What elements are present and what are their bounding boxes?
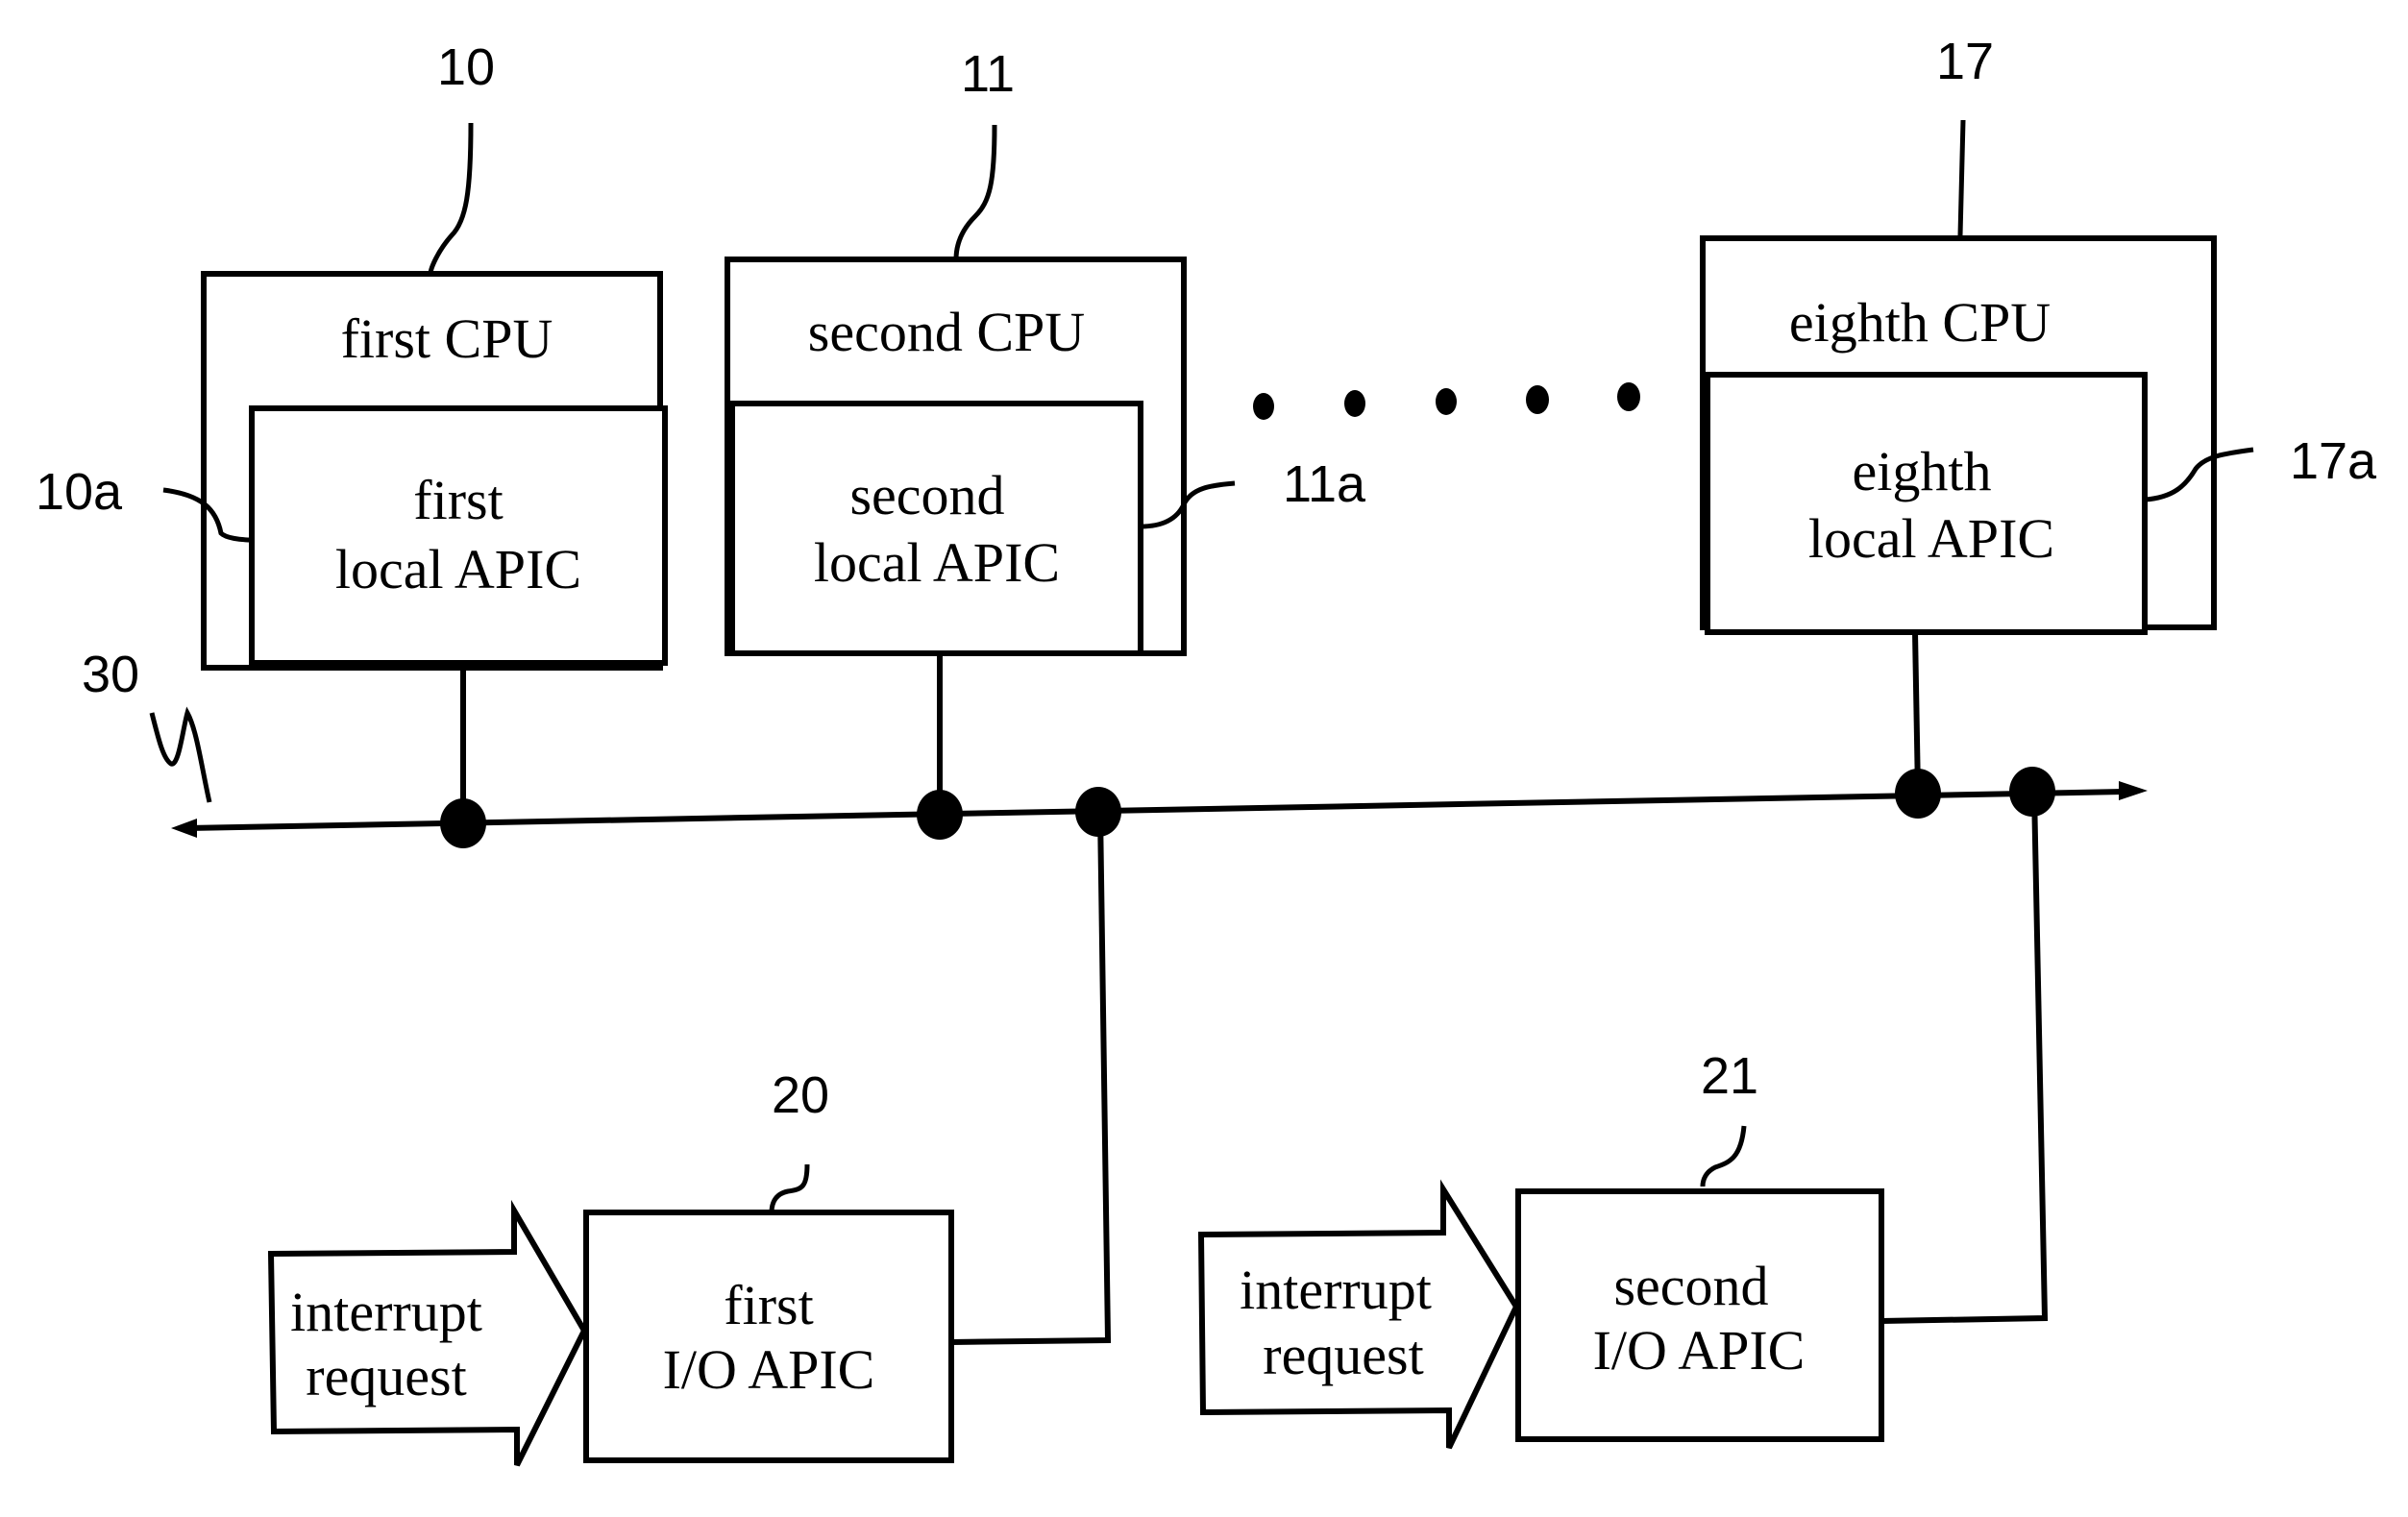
local-apic-box-second — [729, 401, 1143, 656]
ref-label-10: 10 — [437, 38, 495, 96]
leader-line-11 — [953, 124, 997, 260]
ellipsis-dot — [1526, 385, 1549, 414]
interrupt-request-line2-first: request — [306, 1345, 467, 1407]
local-apic-line2-first: local APIC — [335, 538, 581, 600]
local-apic-box-eighth — [1705, 372, 2148, 635]
leader-line-21 — [1700, 1125, 1747, 1187]
bus-junction-first-cpu — [440, 798, 486, 848]
ref-label-30: 30 — [82, 646, 139, 703]
interrupt-request-line1-first: interrupt — [290, 1281, 482, 1343]
local-apic-line1-first: first — [413, 469, 503, 531]
connector-first-io-apic — [950, 811, 1112, 1345]
bus-30: 30 — [82, 646, 2148, 848]
cpu-title-second: second CPU — [808, 301, 1085, 363]
ellipsis-dot — [1344, 390, 1365, 417]
ellipsis-dot — [1436, 388, 1457, 415]
cpu-title-eighth: eighth CPU — [1789, 291, 2051, 354]
bus-junction-second-cpu — [917, 790, 963, 840]
bus-junction-eighth-cpu — [1895, 769, 1941, 819]
local-apic-line2-second: local APIC — [814, 531, 1060, 594]
ellipsis-dots — [1253, 382, 1640, 420]
leader-line-20 — [769, 1163, 810, 1213]
ellipsis-dot — [1253, 393, 1274, 420]
connector-second-io-apic — [1880, 791, 2049, 1324]
interrupt-request-line1-second: interrupt — [1240, 1259, 1432, 1321]
ref-label-17a: 17a — [2290, 432, 2377, 490]
leader-line-10 — [428, 122, 474, 275]
bus-arrow-left-icon — [171, 819, 197, 838]
leader-line-30 — [149, 706, 212, 803]
ref-label-11a: 11a — [1283, 455, 1366, 513]
io-apic-first: 20 interrupt request first I/O APIC — [267, 811, 1112, 1467]
local-apic-line2-eighth: local APIC — [1808, 507, 2054, 570]
local-apic-line1-second: second — [849, 464, 1004, 526]
io-apic-box-first — [583, 1210, 954, 1463]
ref-label-10a: 10a — [36, 463, 123, 521]
leader-line-17 — [1957, 119, 1966, 236]
ref-label-17: 17 — [1936, 33, 1994, 90]
cpu-eighth: 17 eighth CPU eighth local APIC 17a — [1700, 33, 2377, 794]
local-apic-line1-eighth: eighth — [1853, 440, 1992, 502]
cpu-title-first: first CPU — [341, 307, 553, 370]
bus-arrow-right-icon — [2119, 781, 2148, 800]
io-apic-line1-second: second — [1613, 1255, 1768, 1317]
ref-label-20: 20 — [772, 1066, 829, 1124]
cpu-second: 11 second CPU second local APIC 11a — [725, 45, 1366, 815]
ref-label-11: 11 — [961, 45, 1015, 103]
io-apic-line2-second: I/O APIC — [1593, 1319, 1806, 1382]
apic-system-diagram: 10 first CPU first local APIC 10a 11 sec… — [36, 33, 2377, 1467]
ellipsis-dot — [1617, 382, 1640, 411]
connector-eighth-cpu — [1912, 631, 1921, 794]
cpu-first: 10 first CPU first local APIC 10a — [36, 38, 668, 821]
io-apic-line1-first: first — [724, 1274, 813, 1336]
local-apic-box-first — [249, 405, 668, 666]
ref-label-21: 21 — [1701, 1047, 1758, 1105]
io-apic-line2-first: I/O APIC — [663, 1338, 875, 1401]
interrupt-request-line2-second: request — [1263, 1324, 1424, 1386]
io-apic-second: 21 interrupt request second I/O APIC — [1197, 791, 2049, 1450]
